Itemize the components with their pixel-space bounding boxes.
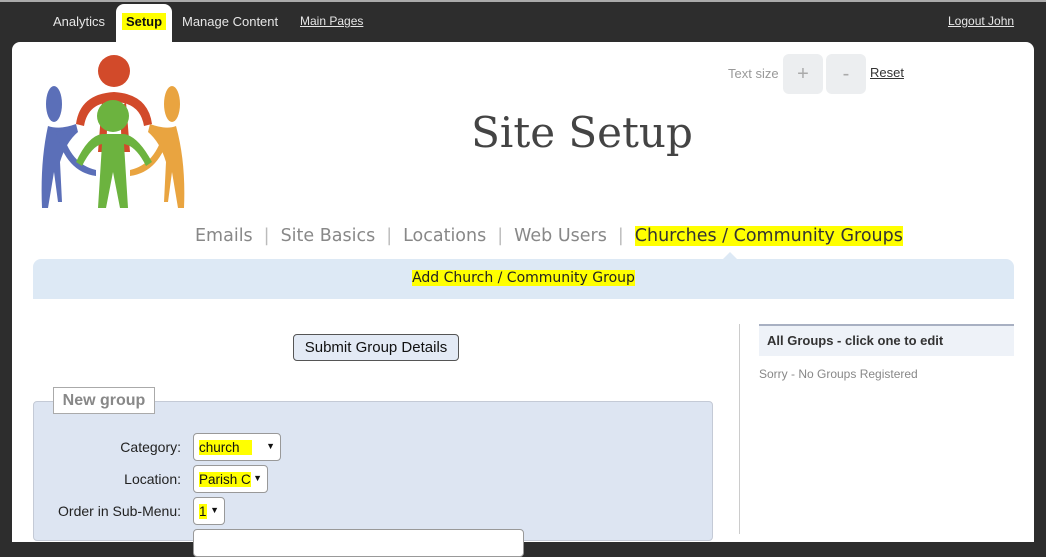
location-label: Location: (124, 471, 181, 487)
dropdown-arrow-icon: ▼ (266, 441, 275, 451)
no-groups-message: Sorry - No Groups Registered (759, 367, 918, 381)
page-title: Site Setup (471, 108, 693, 157)
category-select[interactable]: church ▼ (193, 433, 281, 461)
all-groups-header: All Groups - click one to edit (759, 324, 1014, 356)
category-label: Category: (120, 439, 181, 455)
order-label: Order in Sub-Menu: (58, 503, 181, 519)
location-value: Parish C (199, 472, 251, 487)
nav-analytics[interactable]: Analytics (53, 14, 105, 29)
nav-main-pages[interactable]: Main Pages (300, 14, 363, 28)
nav-setup-label: Setup (121, 13, 167, 30)
logout-link[interactable]: Logout John (948, 14, 1014, 28)
top-nav: Analytics Setup Manage Content Main Page… (0, 0, 1046, 46)
nav-setup[interactable]: Setup (116, 4, 172, 46)
text-size-decrease-button[interactable]: - (826, 54, 866, 94)
subnav-locations[interactable]: Locations (403, 226, 486, 246)
order-select[interactable]: 1 ▼ (193, 497, 225, 525)
subnav-site-basics[interactable]: Site Basics (281, 226, 376, 246)
column-divider (739, 324, 740, 534)
text-size-increase-button[interactable]: + (783, 54, 823, 94)
location-select[interactable]: Parish C ▼ (193, 465, 268, 493)
fieldset-legend: New group (53, 387, 155, 414)
section-banner: Add Church / Community Group (33, 259, 1014, 299)
text-size-reset-link[interactable]: Reset (870, 65, 904, 80)
subnav-emails[interactable]: Emails (195, 226, 253, 246)
subnav-churches-groups[interactable]: Churches / Community Groups (634, 226, 903, 246)
category-value: church (199, 440, 252, 455)
text-size-label: Text size (728, 66, 779, 81)
dropdown-arrow-icon: ▼ (210, 505, 219, 515)
nav-manage-content[interactable]: Manage Content (182, 14, 278, 29)
banner-title: Add Church / Community Group (412, 270, 635, 286)
subnav-web-users[interactable]: Web Users (514, 226, 607, 246)
order-value: 1 (199, 504, 207, 519)
sub-nav: Emails | Site Basics | Locations | Web Users | C… (195, 226, 903, 246)
dropdown-arrow-icon: ▼ (253, 473, 262, 483)
next-field-input[interactable] (193, 529, 524, 557)
submit-group-details-button[interactable]: Submit Group Details (293, 334, 459, 361)
